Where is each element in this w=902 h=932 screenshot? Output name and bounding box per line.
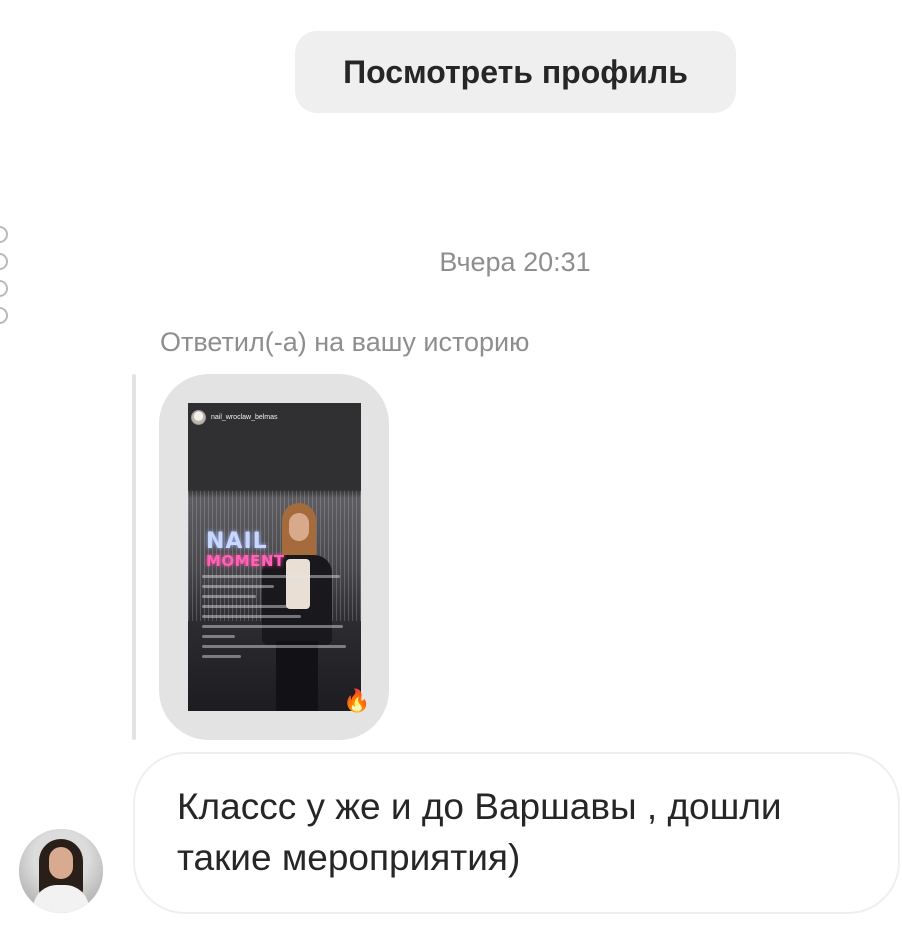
- sender-avatar[interactable]: [19, 829, 103, 913]
- story-author-avatar: [191, 409, 206, 425]
- message-bubble[interactable]: Класcс у же и до Варшавы , дошли такие м…: [133, 752, 900, 914]
- story-reply-caption: Ответил(-а) на вашу историю: [160, 327, 530, 357]
- edge-dot: [0, 280, 8, 297]
- story-thumbnail[interactable]: nail_wroclaw_belmas NAIL MOMENT: [188, 403, 361, 711]
- message-text: Класcс у же и до Варшавы , дошли такие м…: [177, 786, 782, 878]
- story-title-line1: NAIL: [206, 529, 268, 554]
- story-small-text: [202, 575, 352, 665]
- edge-dot: [0, 307, 8, 324]
- edge-dot: [0, 226, 8, 243]
- quote-bar: [132, 374, 136, 740]
- story-title-line2: MOMENT: [206, 552, 285, 570]
- story-username: nail_wroclaw_belmas: [211, 413, 278, 421]
- message-timestamp: Вчера 20:31: [439, 247, 591, 277]
- story-title: NAIL MOMENT: [206, 531, 285, 569]
- view-profile-button[interactable]: Посмотреть профиль: [295, 31, 736, 113]
- story-header: nail_wroclaw_belmas: [188, 403, 361, 431]
- fire-reaction-icon: 🔥: [343, 688, 371, 713]
